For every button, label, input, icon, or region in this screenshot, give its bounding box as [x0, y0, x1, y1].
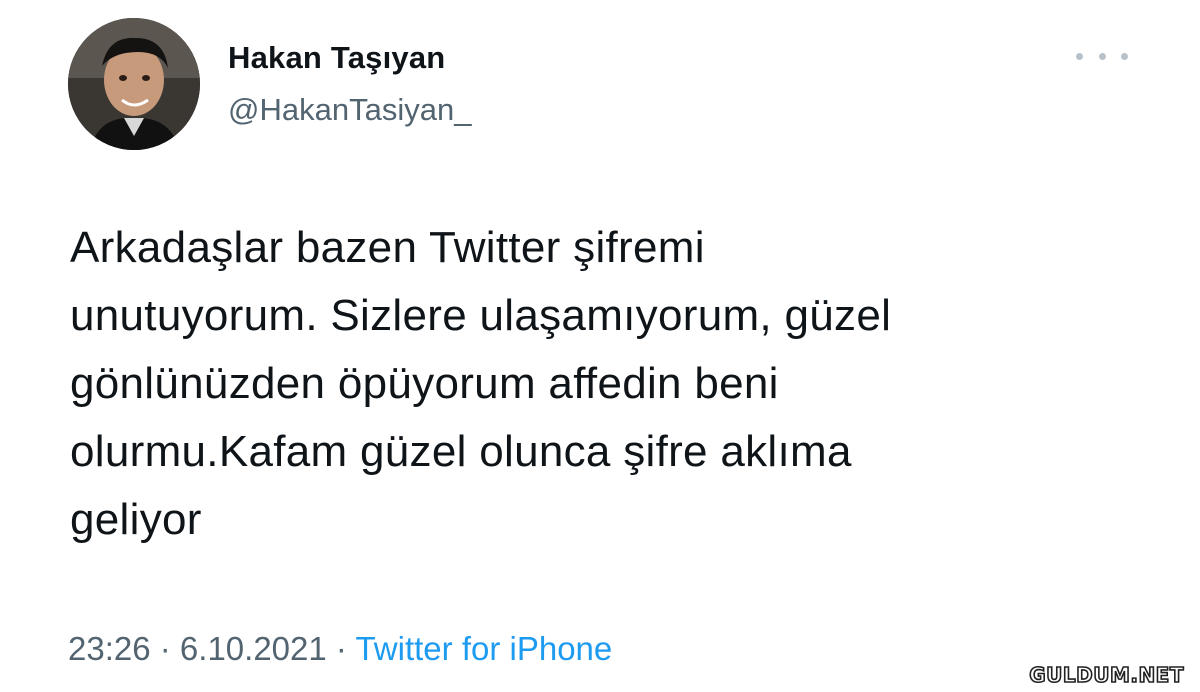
- tweet-text-line: Arkadaşlar bazen Twitter şifremi: [70, 223, 705, 272]
- meta-separator: ·: [326, 630, 356, 667]
- tweet-meta: 23:26 · 6.10.2021 · Twitter for iPhone: [68, 630, 612, 668]
- author-handle[interactable]: @HakanTasiyan_: [228, 92, 471, 128]
- tweet-date[interactable]: 6.10.2021: [180, 630, 327, 667]
- ellipsis-icon-dot: [1098, 52, 1106, 60]
- avatar-image: [68, 18, 200, 150]
- meta-separator: ·: [150, 630, 180, 667]
- ellipsis-icon: [1076, 52, 1083, 60]
- tweet-text-line: geliyor: [70, 495, 202, 544]
- avatar[interactable]: [68, 18, 200, 150]
- ellipsis-icon-dot: [1121, 52, 1128, 60]
- tweet-text-line: unutuyorum. Sizlere ulaşamıyorum, güzel: [70, 291, 892, 340]
- more-options-button[interactable]: [1076, 44, 1128, 68]
- tweet-time[interactable]: 23:26: [68, 630, 151, 667]
- tweet-text-line: olurmu.Kafam güzel olunca şifre aklıma: [70, 427, 852, 476]
- watermark-logo: GULDUM.NET: [1021, 660, 1192, 690]
- tweet-source-link[interactable]: Twitter for iPhone: [355, 630, 612, 667]
- tweet-text: Arkadaşlar bazen Twitter şifremi unutuyo…: [70, 214, 1110, 554]
- tweet-card: Hakan Taşıyan @HakanTasiyan_ Arkadaşlar …: [0, 0, 1200, 692]
- author-display-name[interactable]: Hakan Taşıyan: [228, 40, 445, 76]
- tweet-text-line: gönlünüzden öpüyorum affedin beni: [70, 359, 779, 408]
